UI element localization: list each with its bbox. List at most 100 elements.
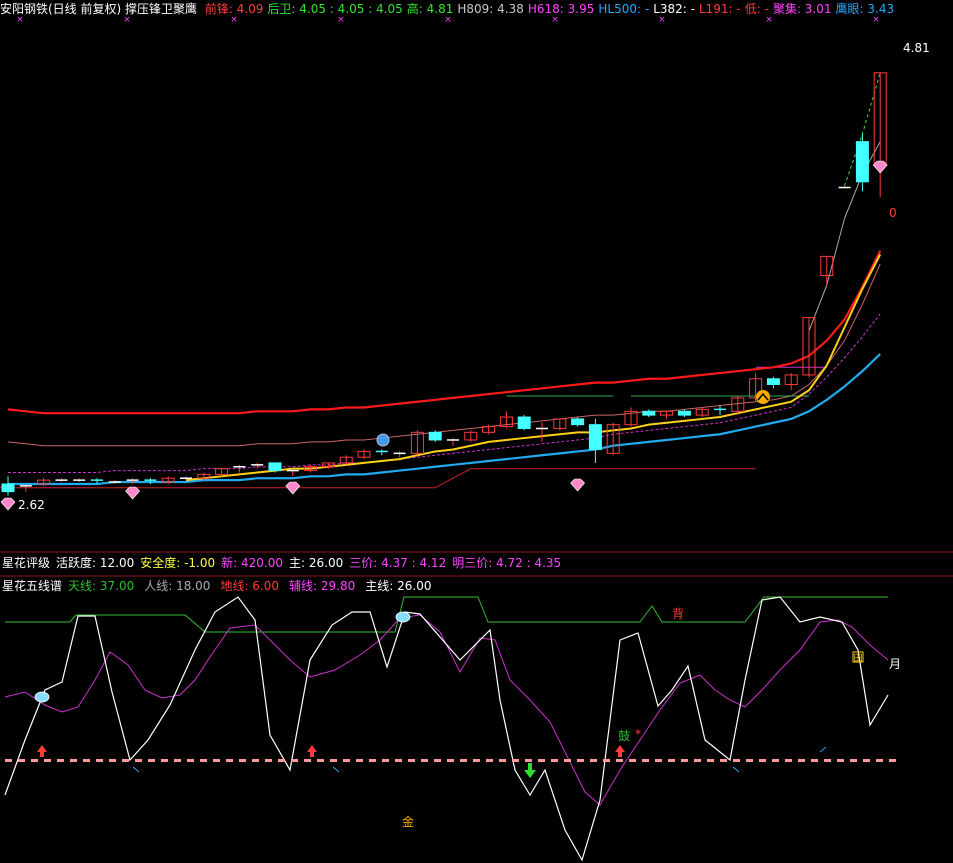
gray-trend-line <box>808 141 881 332</box>
small-arrow-icon <box>132 766 140 773</box>
ground-line-dash <box>785 759 792 762</box>
small-arrow-icon <box>732 766 740 773</box>
ground-line-dash <box>369 759 376 762</box>
ground-line-dash <box>642 759 649 762</box>
top-x-marker: × <box>658 15 666 25</box>
ground-line-dash <box>577 759 584 762</box>
panel2-item-5: 明三价: 4.72 : 4.35 <box>452 556 561 570</box>
ground-line-dash <box>5 759 12 762</box>
panel3-label: 星花五线谱 <box>2 578 62 593</box>
panel3-item-1: 人线: 18.00 <box>144 579 210 593</box>
panel2-item-3: 主: 26.00 <box>289 556 343 570</box>
panel2-item-4: 三价: 4.37 : 4.12 <box>349 556 446 570</box>
ground-line-dash <box>96 759 103 762</box>
ground-line-dash <box>863 759 870 762</box>
bei-label: 背 <box>672 607 684 621</box>
ground-line-dash <box>421 759 428 762</box>
ground-line-dash <box>226 759 233 762</box>
gem-marker <box>285 481 301 495</box>
candle-body <box>428 431 442 441</box>
stock-chart[interactable]: 4.81 2.62 0 × × × × × × × × × 星花评级 活跃度: 12.00 安全度: -1.… <box>0 0 953 863</box>
candle-body <box>642 410 656 416</box>
ground-line-dash <box>18 759 25 762</box>
ground-line-dash <box>239 759 246 762</box>
ground-line-dash <box>57 759 64 762</box>
up-arrow-icon <box>307 745 317 757</box>
ground-line-dash <box>616 759 623 762</box>
candle-body <box>766 378 780 386</box>
assist-line <box>4 614 889 806</box>
ground-line-dash <box>746 759 753 762</box>
ground-line-dash <box>460 759 467 762</box>
candle-body <box>588 424 602 451</box>
top-x-marker: × <box>337 15 345 25</box>
ground-line-dash <box>70 759 77 762</box>
ground-line-dash <box>109 759 116 762</box>
ground-line-dash <box>187 759 194 762</box>
top-x-marker: × <box>444 15 452 25</box>
main-line <box>4 596 889 862</box>
panel2-item-1: 安全度: -1.00 <box>140 555 215 570</box>
ground-line-dash <box>564 759 571 762</box>
ground-line-dash <box>31 759 38 762</box>
candle-body <box>677 410 691 416</box>
ground-line-dash <box>772 759 779 762</box>
ground-line-dash <box>317 759 324 762</box>
top-x-marker: × <box>16 15 24 25</box>
orange-arrow-marker <box>756 390 770 404</box>
ground-line-dash <box>512 759 519 762</box>
ground-line-dash <box>473 759 480 762</box>
ground-line-dash <box>343 759 350 762</box>
ground-line-dash <box>538 759 545 762</box>
top-x-marker: × <box>872 15 880 25</box>
top-x-marker: × <box>123 15 131 25</box>
small-arrow-icon <box>819 746 827 753</box>
ground-line-dash <box>486 759 493 762</box>
ground-line-dash <box>707 759 714 762</box>
panel3-item-3: 辅线: 29.80 <box>289 579 355 593</box>
ground-line-dash <box>525 759 532 762</box>
top-x-marker: × <box>230 15 238 25</box>
ground-line-dash <box>850 759 857 762</box>
up-arrow-icon <box>615 745 625 757</box>
ground-line-dash <box>291 759 298 762</box>
ground-line-dash <box>759 759 766 762</box>
yue-label: 月 <box>889 657 901 671</box>
ground-line-dash <box>720 759 727 762</box>
candle-body <box>1 483 15 493</box>
ground-line-dash <box>148 759 155 762</box>
ground-line-dash <box>551 759 558 762</box>
price-low-label: 2.62 <box>18 498 45 512</box>
panel2-label: 星花评级 <box>2 555 50 570</box>
ground-line-dash <box>122 759 129 762</box>
ground-line-dash <box>330 759 337 762</box>
ground-line-dash <box>135 759 142 762</box>
ground-line-dash <box>733 759 740 762</box>
top-x-marker: × <box>551 15 559 25</box>
ground-line-dash <box>44 759 51 762</box>
ground-line-dash <box>837 759 844 762</box>
ground-line-dash <box>798 759 805 762</box>
up-arrow-icon <box>37 745 47 757</box>
top-x-marker: × <box>765 15 773 25</box>
ma-blue-line <box>8 353 881 486</box>
ground-line-dash <box>161 759 168 762</box>
ground-line-dash <box>356 759 363 762</box>
ground-line-dash <box>447 759 454 762</box>
small-arrow-icon <box>332 766 340 773</box>
ground-line-dash <box>811 759 818 762</box>
star-flower-icon <box>395 611 411 623</box>
ground-line-dash <box>434 759 441 762</box>
ground-line-dash <box>213 759 220 762</box>
ground-line-dash <box>889 759 896 762</box>
gem-marker <box>0 497 16 511</box>
down-arrow-icon <box>524 763 536 778</box>
price-high-label: 4.81 <box>903 41 930 55</box>
ground-line-dash <box>655 759 662 762</box>
support-line <box>0 468 756 489</box>
candle-body <box>517 416 531 429</box>
jin-label: 金 <box>402 814 414 829</box>
panel2-item-2: 新: 420.00 <box>221 555 283 570</box>
upper-envelope-line <box>7 263 881 447</box>
gem-marker <box>570 478 586 492</box>
